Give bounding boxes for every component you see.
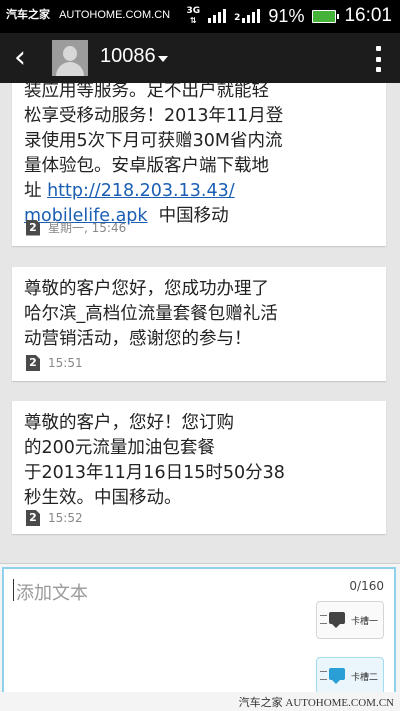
signal-strength-sim2-icon: 2 (234, 9, 261, 23)
contact-name[interactable]: 10086 (100, 45, 156, 68)
sim-card-icon: 2 (26, 219, 40, 236)
network-type: 3G ⇅ (186, 6, 201, 26)
message-send-icon (329, 612, 345, 628)
back-arrow-icon[interactable]: ‹ (14, 41, 42, 75)
status-icons: 3G ⇅ 2 91% 16:01 (187, 4, 393, 28)
action-bar: ‹ 10086 (0, 33, 400, 83)
message-text: 尊敬的客户，您好！您订购 的200元流量加油包套餐 于2013年11月16日15… (24, 413, 285, 508)
status-bar: 汽车之家 AUTOHOME.COM.CN 3G ⇅ 2 91% 16:01 (0, 0, 400, 33)
battery-percent: 91% (268, 5, 305, 26)
message-link[interactable]: http://218.203.13.43/ (47, 181, 235, 201)
sim-card-icon: 2 (26, 355, 40, 371)
send-sim1-button[interactable]: 卡槽一 (316, 601, 384, 639)
message-bubble[interactable]: 尊敬的客户您好，您成功办理了 哈尔滨_高档位流量套餐包赠礼活 动营销活动，感谢您… (12, 267, 386, 381)
status-time: 16:01 (344, 5, 392, 26)
message-send-icon (329, 668, 345, 684)
battery-charging-icon (312, 9, 340, 23)
message-time: 星期一, 15:46 (48, 221, 127, 235)
message-composer: 添加文本 0/160 卡槽一 卡槽二 (0, 563, 400, 704)
watermark-brand: 汽车之家 (6, 9, 50, 21)
watermark-top: 汽车之家 AUTOHOME.COM.CN (6, 6, 170, 22)
input-placeholder: 添加文本 (16, 583, 88, 604)
overflow-menu-icon[interactable] (376, 46, 382, 72)
chevron-down-icon[interactable] (158, 56, 168, 62)
send-sim2-button[interactable]: 卡槽二 (316, 657, 384, 695)
message-input[interactable]: 添加文本 0/160 卡槽一 卡槽二 (2, 567, 396, 697)
message-meta: 2 星期一, 15:46 (26, 219, 126, 236)
message-bubble[interactable]: 尊敬的客户，您好！您订购 的200元流量加油包套餐 于2013年11月16日15… (12, 401, 386, 534)
signal-strength-sim1-icon (208, 9, 227, 23)
message-text: 装应用等服务。足不出户就能轻 松享受移动服务！2013年11月登 录使用5次下月… (24, 83, 284, 226)
message-thread[interactable]: 装应用等服务。足不出户就能轻 松享受移动服务！2013年11月登 录使用5次下月… (0, 83, 400, 563)
watermark-bottom: 汽车之家 AUTOHOME.COM.CN (0, 692, 400, 711)
message-meta: 2 15:51 (26, 355, 83, 371)
watermark-site: AUTOHOME.COM.CN (59, 9, 171, 21)
person-avatar-icon[interactable] (52, 40, 88, 76)
message-text: 尊敬的客户您好，您成功办理了 哈尔滨_高档位流量套餐包赠礼活 动营销活动，感谢您… (24, 279, 278, 349)
text-cursor (13, 579, 14, 601)
message-time: 15:52 (48, 511, 83, 525)
message-time: 15:51 (48, 356, 83, 370)
message-bubble[interactable]: 装应用等服务。足不出户就能轻 松享受移动服务！2013年11月登 录使用5次下月… (12, 83, 386, 246)
character-counter: 0/160 (349, 579, 384, 593)
sim-card-icon: 2 (26, 510, 40, 526)
message-meta: 2 15:52 (26, 510, 83, 526)
